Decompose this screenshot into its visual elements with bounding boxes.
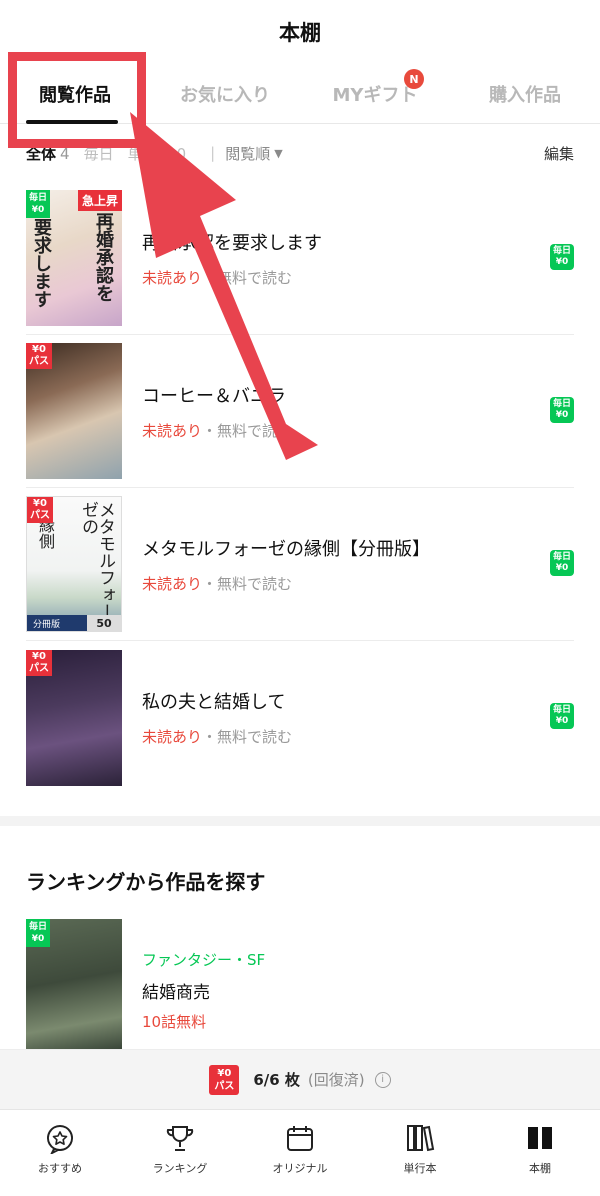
daily-free-badge: 毎日 ¥0: [550, 397, 574, 423]
item-status: 未読あり・無料で読む: [142, 728, 293, 746]
pass-status: (回復済): [307, 1071, 365, 1089]
free-episodes: 10話無料: [142, 1013, 207, 1031]
calendar-icon: [287, 1126, 313, 1151]
pass-logo-icon: ¥0 パス: [209, 1064, 240, 1095]
cover-image: ¥0 パス: [26, 649, 122, 786]
daily-free-badge: 毎日 ¥0: [550, 244, 574, 270]
page-title: 本棚: [279, 21, 321, 45]
pass-count: 6/6 枚: [253, 1071, 300, 1089]
tab-viewed[interactable]: 閲覧作品: [0, 64, 150, 124]
ranking-title: 結婚商売: [142, 983, 210, 1003]
item-title: コーヒー＆バニラ: [142, 385, 286, 407]
tab-label: 閲覧作品: [39, 84, 111, 106]
daily-free-tag: 毎日 ¥0: [26, 919, 50, 947]
bottom-navigation: おすすめ ランキング オリジナル 単行本 本棚: [0, 1109, 600, 1196]
pass-tag: ¥0 パス: [26, 649, 52, 676]
tab-bar: 閲覧作品 お気に入り MYギフト N 購入作品: [0, 64, 600, 124]
item-status: 未読あり・無料で読む: [142, 421, 293, 440]
genre-label: ファンタジー・SF: [142, 951, 266, 969]
pass-status-bar[interactable]: ¥0 パス 6/6 枚 (回復済) i: [0, 1049, 600, 1109]
item-info: 再婚承認を要求します 未読あり・無料で読む: [142, 229, 574, 288]
bookshelf-icon: [528, 1127, 552, 1149]
item-info: コーヒー＆バニラ 未読あり・無料で読む: [142, 382, 574, 441]
nav-bookshelf[interactable]: 本棚: [480, 1110, 600, 1196]
item-status: 未読あり・無料で読む: [142, 268, 293, 287]
tab-my-gift[interactable]: MYギフト N: [300, 64, 450, 123]
tab-favorites[interactable]: お気に入り: [150, 64, 300, 123]
tab-label: 購入作品: [489, 84, 561, 106]
nav-recommend[interactable]: おすすめ: [0, 1110, 120, 1196]
cover-image: 再婚承認を 要求します 毎日 ¥0 急上昇: [26, 190, 122, 326]
tab-label: お気に入り: [180, 84, 270, 106]
chevron-down-icon: ▼: [274, 146, 283, 160]
filter-separator: |: [210, 144, 216, 162]
nav-ranking[interactable]: ランキング: [120, 1110, 240, 1196]
daily-free-badge: 毎日 ¥0: [550, 550, 574, 576]
item-title: メタモルフォーゼの縁側【分冊版】: [142, 538, 430, 560]
list-item[interactable]: ¥0 パス コーヒー＆バニラ 未読あり・無料で読む 毎日 ¥0: [26, 335, 574, 488]
item-status: 未読あり・無料で読む: [142, 574, 293, 593]
books-icon: [407, 1125, 435, 1152]
daily-free-tag: 毎日 ¥0: [26, 190, 50, 218]
section-divider: [0, 816, 600, 826]
item-info: 私の夫と結婚して 未読あり・無料で読む: [142, 688, 574, 747]
ranking-item[interactable]: 毎日 ¥0 ファンタジー・SF 結婚商売 10話無料: [0, 919, 600, 1055]
cover-image: メタモルフォーゼの 縁側 ¥0 パス 分冊版 50: [26, 496, 122, 632]
cover-image: 毎日 ¥0: [26, 919, 122, 1055]
list-item[interactable]: ¥0 パス 私の夫と結婚して 未読あり・無料で読む 毎日 ¥0: [26, 641, 574, 794]
daily-free-badge: 毎日 ¥0: [550, 703, 574, 729]
filter-volume[interactable]: 単行本 0: [128, 143, 187, 164]
sort-dropdown[interactable]: 閲覧順 ▼: [225, 143, 282, 164]
nav-original[interactable]: オリジナル: [240, 1110, 360, 1196]
active-tab-indicator: [26, 120, 118, 124]
pass-tag: ¥0 パス: [27, 497, 53, 523]
filter-daily[interactable]: 毎日: [84, 143, 114, 164]
bookshelf-list: 再婚承認を 要求します 毎日 ¥0 急上昇 再婚承認を要求します 未読あり・無料で…: [0, 182, 600, 794]
info-icon[interactable]: i: [374, 1071, 391, 1088]
list-item[interactable]: 再婚承認を 要求します 毎日 ¥0 急上昇 再婚承認を要求します 未読あり・無料で…: [26, 182, 574, 335]
new-badge: N: [404, 69, 424, 89]
volume-number: 50: [87, 615, 121, 631]
cover-image: ¥0 パス: [26, 343, 122, 479]
ranking-section-title: ランキングから作品を探す: [26, 870, 266, 894]
nav-volumes[interactable]: 単行本: [360, 1110, 480, 1196]
edit-button[interactable]: 編集: [544, 143, 574, 164]
filter-bar: 全体 4 毎日 単行本 0 | 閲覧順 ▼ 編集: [0, 124, 600, 182]
app-header: 本棚: [0, 0, 600, 64]
filter-all[interactable]: 全体 4: [26, 143, 70, 164]
item-title: 私の夫と結婚して: [142, 692, 286, 713]
trending-tag: 急上昇: [77, 190, 122, 211]
trophy-icon: [166, 1126, 194, 1151]
ranking-info: ファンタジー・SF 結婚商売 10話無料: [142, 919, 265, 1055]
item-title: 再婚承認を要求します: [142, 232, 322, 254]
item-info: メタモルフォーゼの縁側【分冊版】 未読あり・無料で読む: [142, 535, 574, 594]
recommend-icon: [47, 1125, 73, 1154]
tab-purchased[interactable]: 購入作品: [450, 64, 600, 123]
list-item[interactable]: メタモルフォーゼの 縁側 ¥0 パス 分冊版 50 メタモルフォーゼの縁側【分冊版…: [26, 488, 574, 641]
pass-tag: ¥0 パス: [26, 343, 52, 369]
